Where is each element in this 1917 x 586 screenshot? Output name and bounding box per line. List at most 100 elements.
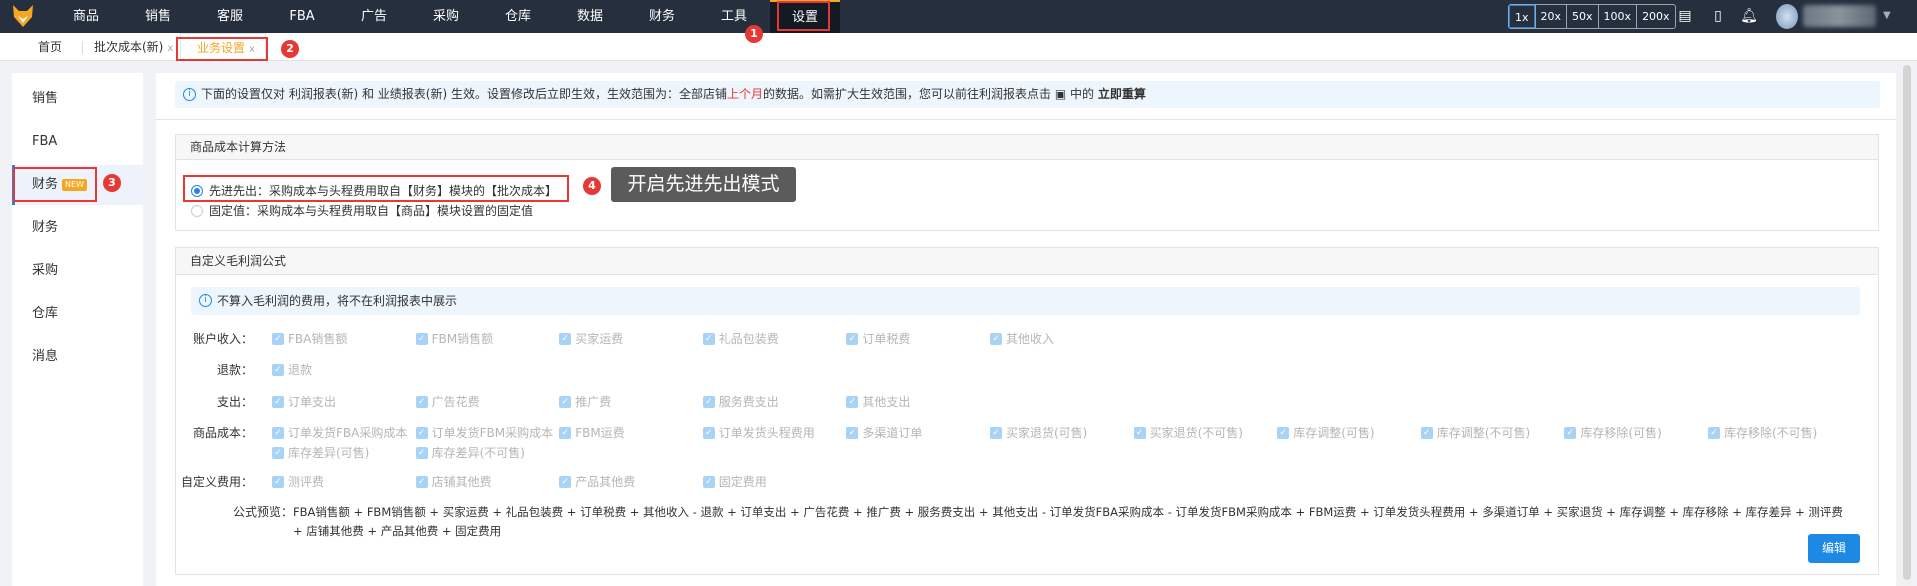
sidebar-item[interactable]: 销售 — [12, 79, 143, 119]
checkbox-item[interactable]: ✓ 退款 — [272, 361, 312, 378]
sidebar-item[interactable]: 仓库 — [12, 294, 143, 334]
nav-item[interactable]: 财务 — [626, 0, 698, 33]
checkbox-checked-icon[interactable]: ✓ — [559, 426, 572, 439]
nav-item[interactable]: 仓库 — [482, 0, 554, 33]
task-list-icon[interactable]: ▤ — [1676, 7, 1694, 25]
notice-highlight: 上个月 — [727, 87, 764, 101]
checkbox-item[interactable]: ✓ 订单发货头程费用 — [702, 424, 815, 441]
checkbox-item[interactable]: ✓ 库存移除(可售) — [1564, 424, 1662, 441]
checkbox-item[interactable]: ✓ 订单税费 — [846, 330, 910, 347]
checkbox-item[interactable]: ✓ 订单发货FBA采购成本 — [272, 424, 407, 441]
checkbox-item[interactable]: ✓ 礼品包装费 — [702, 330, 779, 347]
checkbox-checked-icon[interactable]: ✓ — [272, 475, 284, 488]
tab-home[interactable]: 首页 — [38, 33, 62, 61]
checkbox-item[interactable]: ✓ 订单发货FBM采购成本 — [415, 424, 553, 441]
zoom-option[interactable]: 50x — [1566, 5, 1598, 28]
mobile-icon[interactable]: ▯ — [1709, 7, 1727, 25]
checkbox-checked-icon[interactable]: ✓ — [1564, 426, 1577, 439]
checkbox-item[interactable]: ✓ 广告花费 — [415, 393, 480, 410]
notice-text-2: 的数据。如需扩大生效范围，您可以前往利润报表点击 ▣ 中的 — [763, 87, 1098, 101]
checkbox-item[interactable]: ✓ FBA销售额 — [272, 330, 347, 347]
checkbox-item[interactable]: ✓ 产品其他费 — [559, 473, 635, 490]
nav-item[interactable]: 销售 — [122, 0, 194, 33]
radio-button[interactable] — [191, 204, 203, 217]
checkbox-item[interactable]: ✓ 其他收入 — [990, 330, 1054, 347]
checkbox-item[interactable]: ✓ 库存差异(不可售) — [415, 444, 525, 461]
checkbox-checked-icon[interactable]: ✓ — [559, 475, 572, 488]
checkbox-checked-icon[interactable]: ✓ — [272, 426, 284, 439]
zoom-option[interactable]: 100x — [1597, 5, 1637, 28]
zoom-option[interactable]: 1x — [1509, 5, 1535, 28]
checkbox-item[interactable]: ✓ 买家运费 — [559, 330, 623, 347]
checkbox-label: 库存调整(可售) — [1293, 426, 1375, 440]
nav-item[interactable]: 广告 — [338, 0, 410, 33]
checkbox-checked-icon[interactable]: ✓ — [1277, 426, 1290, 439]
sidebar-item-label: 销售 — [32, 91, 59, 106]
checkbox-item[interactable]: ✓ 店铺其他费 — [415, 473, 492, 490]
nav-item[interactable]: 数据 — [554, 0, 626, 33]
sidebar-item[interactable]: 采购 — [12, 251, 143, 291]
checkbox-item[interactable]: ✓ 库存调整(可售) — [1277, 424, 1375, 441]
checkbox-checked-icon[interactable]: ✓ — [415, 332, 428, 345]
checkbox-checked-icon[interactable]: ✓ — [272, 363, 284, 376]
checkbox-checked-icon[interactable]: ✓ — [846, 332, 859, 345]
checkbox-item[interactable]: ✓ 其他支出 — [846, 393, 910, 410]
checkbox-item[interactable]: ✓ 订单支出 — [272, 393, 336, 410]
zoom-option[interactable]: 200x — [1636, 5, 1675, 28]
radio-fixed[interactable]: 固定值：采购成本与头程费用取自【商品】模块设置的固定值 — [191, 202, 533, 219]
checkbox-checked-icon[interactable]: ✓ — [272, 332, 284, 345]
checkbox-checked-icon[interactable]: ✓ — [1708, 426, 1720, 439]
edit-button[interactable]: 编辑 — [1808, 534, 1860, 563]
checkbox-checked-icon[interactable]: ✓ — [702, 475, 715, 488]
checkbox-checked-icon[interactable]: ✓ — [1133, 426, 1146, 439]
checkbox-label: 库存差异(不可售) — [431, 446, 525, 460]
checkbox-item[interactable]: ✓ 推广费 — [559, 393, 611, 410]
tab-batch-cost[interactable]: 批次成本(新) x — [94, 33, 173, 61]
checkbox-checked-icon[interactable]: ✓ — [1420, 426, 1433, 439]
avatar[interactable] — [1776, 4, 1798, 29]
checkbox-checked-icon[interactable]: ✓ — [559, 395, 572, 408]
close-icon[interactable]: x — [167, 43, 173, 54]
zoom-option[interactable]: 20x — [1534, 5, 1567, 28]
checkbox-item[interactable]: ✓ 库存调整(不可售) — [1420, 424, 1530, 441]
checkbox-item[interactable]: ✓ 库存移除(不可售) — [1708, 424, 1817, 441]
nav-item[interactable]: 采购 — [410, 0, 482, 33]
checkbox-checked-icon[interactable]: ✓ — [559, 332, 572, 345]
checkbox-item[interactable]: ✓ 服务费支出 — [702, 393, 779, 410]
checkbox-checked-icon[interactable]: ✓ — [415, 395, 428, 408]
checkbox-checked-icon[interactable]: ✓ — [415, 446, 428, 459]
checkbox-item[interactable]: ✓ 买家退货(不可售) — [1133, 424, 1243, 441]
checkbox-checked-icon[interactable]: ✓ — [846, 395, 859, 408]
checkbox-item[interactable]: ✓ FBM运费 — [559, 424, 625, 441]
scrollbar[interactable] — [1900, 61, 1914, 586]
sidebar-item[interactable]: FBA — [12, 122, 143, 162]
checkbox-checked-icon[interactable]: ✓ — [846, 426, 859, 439]
sidebar-item[interactable]: 财务 — [12, 208, 143, 248]
checkbox-checked-icon[interactable]: ✓ — [990, 332, 1002, 345]
checkbox-label: 库存移除(不可售) — [1724, 426, 1818, 440]
checkbox-label: 订单税费 — [862, 332, 911, 346]
chevron-down-icon[interactable]: ▼ — [1883, 10, 1891, 21]
nav-item[interactable]: 商品 — [50, 0, 122, 33]
checkbox-checked-icon[interactable]: ✓ — [272, 395, 284, 408]
checkbox-item[interactable]: ✓ 多渠道订单 — [846, 424, 922, 441]
checkbox-item[interactable]: ✓ 库存差异(可售) — [272, 444, 369, 461]
checkbox-checked-icon[interactable]: ✓ — [702, 395, 715, 408]
checkbox-item[interactable]: ✓ 买家退货(可售) — [990, 424, 1087, 441]
sidebar-item[interactable]: 消息 — [12, 337, 143, 377]
checkbox-checked-icon[interactable]: ✓ — [990, 426, 1002, 439]
checkbox-checked-icon[interactable]: ✓ — [415, 426, 428, 439]
row-label: 商品成本： — [192, 426, 253, 440]
checkbox-checked-icon[interactable]: ✓ — [415, 475, 428, 488]
checkbox-checked-icon[interactable]: ✓ — [272, 446, 284, 459]
radio-label: 固定值：采购成本与头程费用取自【商品】模块设置的固定值 — [209, 204, 534, 218]
recalculate-link[interactable]: 立即重算 — [1098, 87, 1146, 101]
checkbox-item[interactable]: ✓ 测评费 — [272, 473, 324, 490]
bell-icon[interactable]: 🔔︎ — [1740, 7, 1758, 25]
nav-item[interactable]: 客服 — [194, 0, 266, 33]
checkbox-item[interactable]: ✓ FBM销售额 — [415, 330, 493, 347]
checkbox-checked-icon[interactable]: ✓ — [702, 426, 715, 439]
checkbox-item[interactable]: ✓ 固定费用 — [702, 473, 767, 490]
checkbox-checked-icon[interactable]: ✓ — [702, 332, 715, 345]
nav-item[interactable]: FBA — [266, 0, 338, 33]
